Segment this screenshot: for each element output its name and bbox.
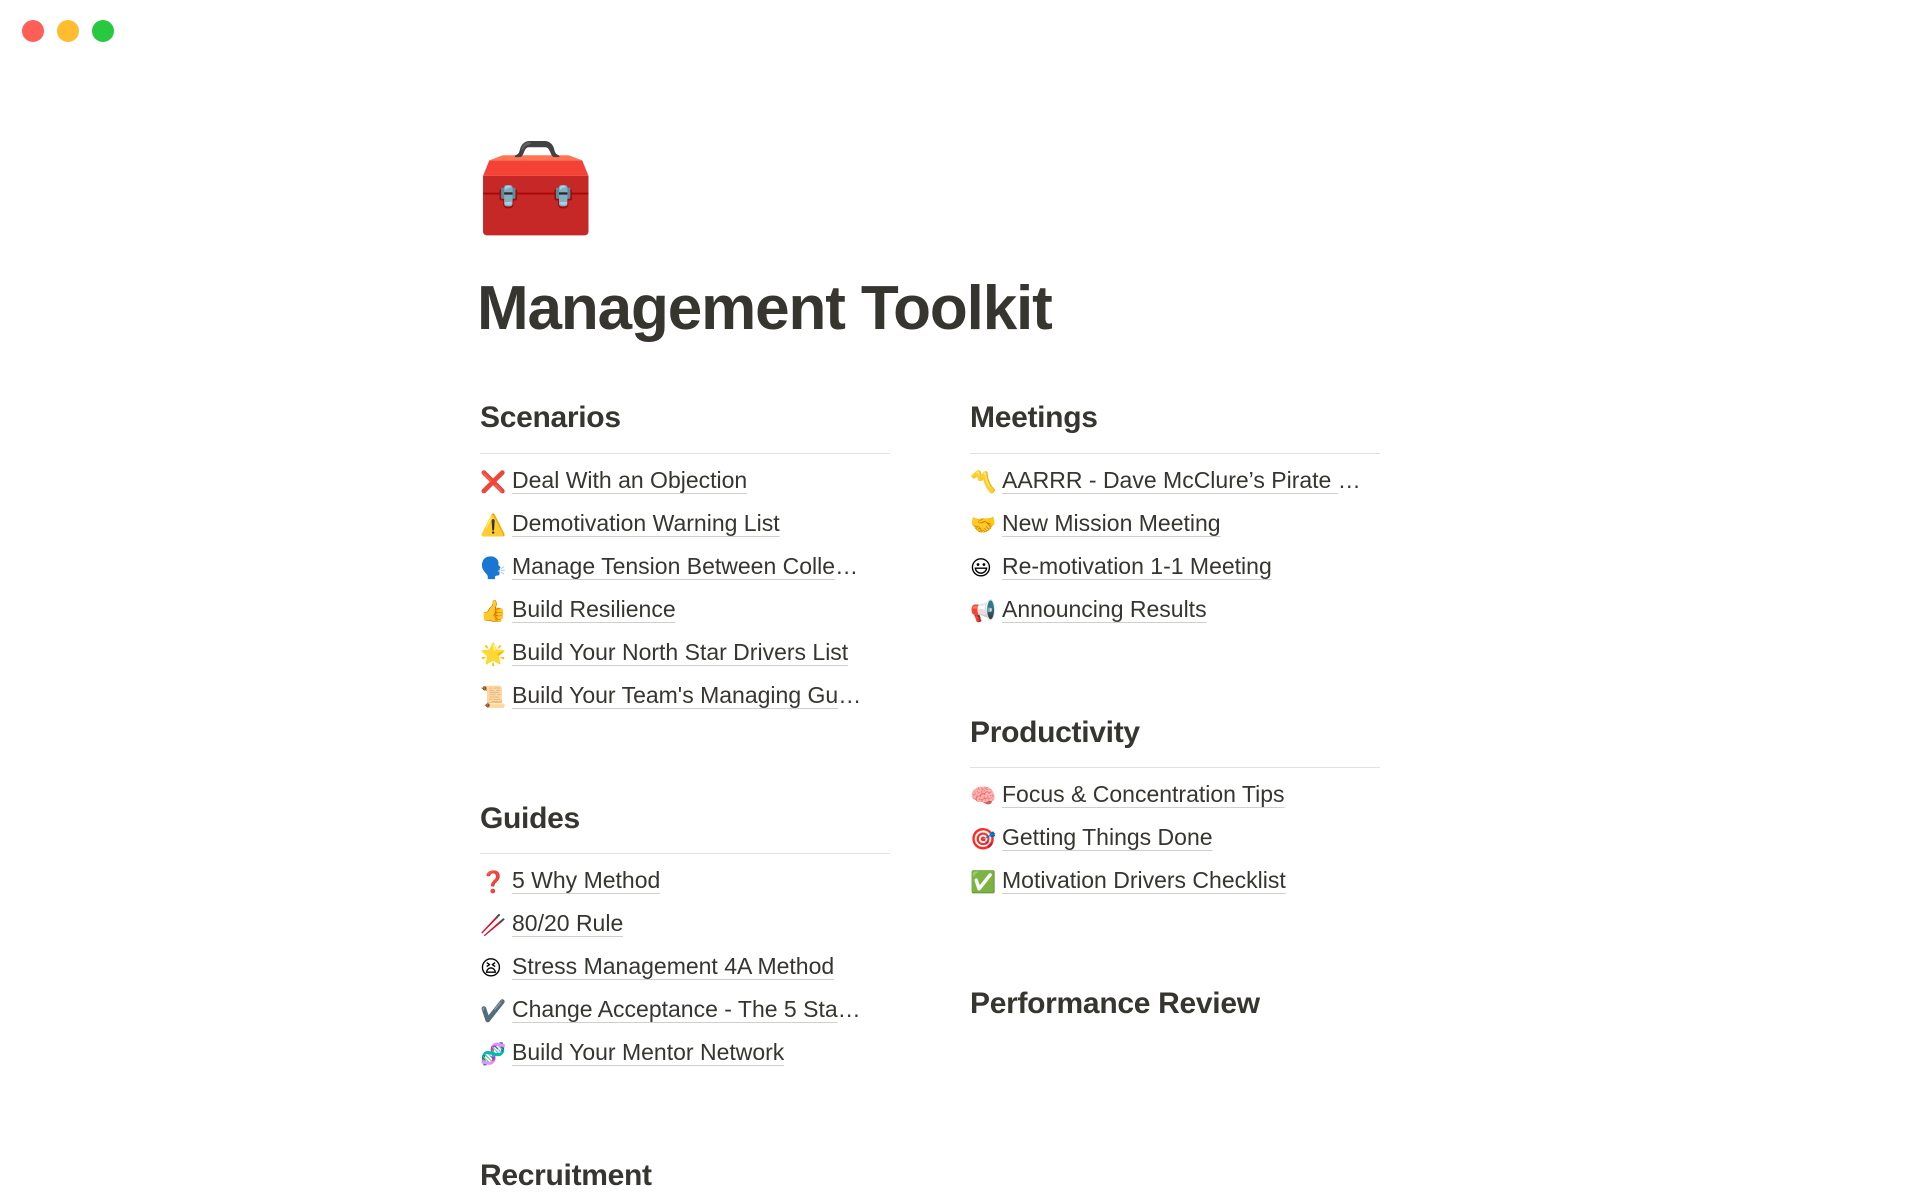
list-item[interactable]: 🧠 Focus & Concentration Tips <box>970 780 1380 823</box>
divider <box>970 767 1380 769</box>
list-item[interactable]: 😫 Stress Management 4A Method <box>480 952 890 995</box>
link-label[interactable]: Change Acceptance - The 5 Stages <box>512 995 864 1025</box>
section-meetings: Meetings 〽️ AARRR - Dave McClure’s Pirat… <box>970 399 1380 638</box>
meetings-link-list: 〽️ AARRR - Dave McClure’s Pirate Metrics… <box>970 466 1380 638</box>
cross-mark-icon: ❌ <box>480 469 507 494</box>
loudspeaker-icon: 📢 <box>970 598 997 623</box>
link-label[interactable]: 80/20 Rule <box>512 909 623 939</box>
link-label[interactable]: Focus & Concentration Tips <box>1002 780 1285 810</box>
link-label[interactable]: 5 Why Method <box>512 866 660 896</box>
glowing-star-icon: 🌟 <box>480 641 507 666</box>
check-mark-button-icon: ✅ <box>970 870 997 895</box>
page-title: Management Toolkit <box>477 274 1053 343</box>
productivity-link-list: 🧠 Focus & Concentration Tips 🎯 Getting T… <box>970 780 1380 909</box>
left-column: Scenarios ❌ Deal With an Objection ⚠️ De… <box>480 399 960 1195</box>
page-scroll-area[interactable]: 🧰 Management Toolkit Scenarios ❌ Deal Wi… <box>0 62 1920 1200</box>
handshake-icon: 🤝 <box>970 512 997 537</box>
list-item[interactable]: ✅ Motivation Drivers Checklist <box>970 866 1380 909</box>
list-item[interactable]: ❌ Deal With an Objection <box>480 466 890 509</box>
link-label[interactable]: Build Your Team's Managing Guidelines <box>512 681 864 711</box>
section-heading-performance-review: Performance Review <box>970 987 1260 1021</box>
brain-icon: 🧠 <box>970 784 997 809</box>
section-heading-recruitment: Recruitment <box>480 1159 652 1193</box>
grinning-face-icon: 😃 <box>970 555 992 580</box>
list-item[interactable]: 🧬 Build Your Mentor Network <box>480 1038 890 1081</box>
right-column: Meetings 〽️ AARRR - Dave McClure’s Pirat… <box>960 399 1440 1195</box>
window-title-bar <box>0 0 1920 62</box>
divider <box>480 452 890 454</box>
divider <box>480 853 890 855</box>
scenarios-link-list: ❌ Deal With an Objection ⚠️ Demotivation… <box>480 466 890 724</box>
tired-face-icon: 😫 <box>480 956 502 981</box>
link-label[interactable]: Demotivation Warning List <box>512 509 780 539</box>
section-heading-guides: Guides <box>480 801 580 835</box>
part-alternation-mark-icon: 〽️ <box>970 469 997 494</box>
link-label[interactable]: Re-motivation 1-1 Meeting <box>1002 552 1272 582</box>
minimize-window-button[interactable] <box>57 20 79 42</box>
section-heading-productivity: Productivity <box>970 715 1140 749</box>
direct-hit-icon: 🎯 <box>970 827 997 852</box>
chopsticks-icon: 🥢 <box>480 913 507 938</box>
link-label[interactable]: Build Your Mentor Network <box>512 1038 784 1068</box>
link-label[interactable]: Stress Management 4A Method <box>512 952 834 982</box>
list-item[interactable]: 🥢 80/20 Rule <box>480 909 890 952</box>
section-recruitment: Recruitment <box>480 1157 890 1195</box>
section-scenarios: Scenarios ❌ Deal With an Objection ⚠️ De… <box>480 399 890 724</box>
list-item[interactable]: ✔️ Change Acceptance - The 5 Stages <box>480 995 890 1038</box>
list-item[interactable]: ❓ 5 Why Method <box>480 866 890 909</box>
scroll-icon: 📜 <box>480 684 507 709</box>
dna-icon: 🧬 <box>480 1042 507 1067</box>
list-item[interactable]: 😃 Re-motivation 1-1 Meeting <box>970 552 1380 595</box>
thumbs-up-icon: 👍 <box>480 598 507 623</box>
list-item[interactable]: 🌟 Build Your North Star Drivers List <box>480 638 890 681</box>
link-label[interactable]: AARRR - Dave McClure’s Pirate Metrics <box>1002 466 1374 496</box>
link-label[interactable]: Build Your North Star Drivers List <box>512 638 848 668</box>
list-item[interactable]: 📜 Build Your Team's Managing Guidelines <box>480 681 890 724</box>
maximize-window-button[interactable] <box>92 20 114 42</box>
list-item[interactable]: 〽️ AARRR - Dave McClure’s Pirate Metrics <box>970 466 1380 509</box>
list-item[interactable]: 🤝 New Mission Meeting <box>970 509 1380 552</box>
guides-link-list: ❓ 5 Why Method 🥢 80/20 Rule 😫 Stress Man… <box>480 866 890 1081</box>
link-label[interactable]: Build Resilience <box>512 595 676 625</box>
page-content: 🧰 Management Toolkit Scenarios ❌ Deal Wi… <box>476 62 1440 1195</box>
section-productivity: Productivity 🧠 Focus & Concentration Tip… <box>970 714 1380 910</box>
link-label[interactable]: Getting Things Done <box>1002 823 1213 853</box>
list-item[interactable]: 📢 Announcing Results <box>970 595 1380 638</box>
section-performance-review: Performance Review <box>970 985 1380 1023</box>
list-item[interactable]: 🎯 Getting Things Done <box>970 823 1380 866</box>
link-label[interactable]: New Mission Meeting <box>1002 509 1221 539</box>
section-heading-scenarios: Scenarios <box>480 401 621 435</box>
section-guides: Guides ❓ 5 Why Method 🥢 80/20 Rule 😫 Str… <box>480 800 890 1082</box>
list-item[interactable]: ⚠️ Demotivation Warning List <box>480 509 890 552</box>
list-item[interactable]: 👍 Build Resilience <box>480 595 890 638</box>
link-label[interactable]: Deal With an Objection <box>512 466 747 496</box>
warning-icon: ⚠️ <box>480 512 507 537</box>
toolbox-icon[interactable]: 🧰 <box>476 140 1440 258</box>
link-label[interactable]: Motivation Drivers Checklist <box>1002 866 1286 896</box>
divider <box>970 452 1380 454</box>
link-label[interactable]: Announcing Results <box>1002 595 1207 625</box>
list-item[interactable]: 🗣️ Manage Tension Between Colleagues <box>480 552 890 595</box>
check-mark-icon: ✔️ <box>480 999 507 1024</box>
traffic-lights <box>22 20 114 42</box>
section-heading-meetings: Meetings <box>970 401 1098 435</box>
question-mark-icon: ❓ <box>480 870 507 895</box>
link-label[interactable]: Manage Tension Between Colleagues <box>512 552 864 582</box>
close-window-button[interactable] <box>22 20 44 42</box>
speaking-head-icon: 🗣️ <box>480 555 507 580</box>
columns-container: Scenarios ❌ Deal With an Objection ⚠️ De… <box>480 399 1440 1195</box>
